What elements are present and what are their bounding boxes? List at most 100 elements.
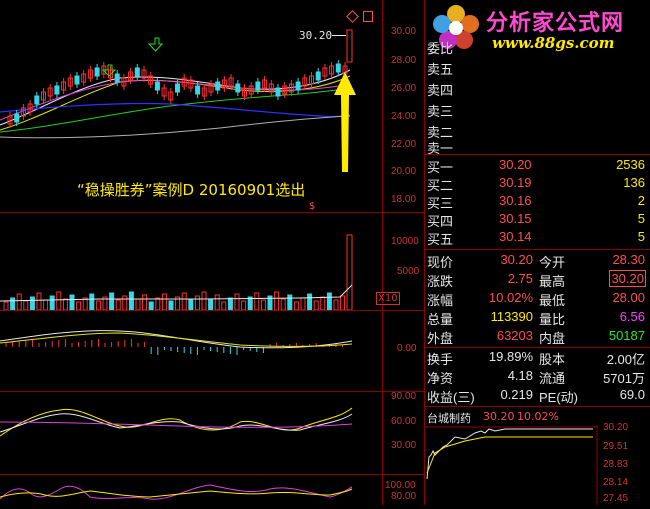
volume-bar [95,300,101,311]
quote-value: 113390 [490,309,533,324]
volume-bar [49,295,55,311]
volume-bar [29,296,35,311]
kdj-axis-tick: 30.00 [391,440,417,451]
volume-bar [161,293,167,311]
macd-panel[interactable] [0,311,382,391]
mini-axis-tick: 28.83 [603,459,629,470]
macd-dif-line [0,330,353,349]
volume-bar [109,292,115,311]
buy-volume: 136 [623,175,645,190]
buy-level-label: 买二 [427,178,454,193]
price-axis-tick: 24.00 [391,111,417,122]
volume-bar [221,301,227,311]
kdj-panel[interactable] [0,392,382,474]
volume-bar [234,293,240,311]
buy-level-row[interactable]: 买三 30.16 2 [427,193,649,211]
quote-label: 现价 [427,255,454,270]
quote-row: 涨幅 10.02% 最低 28.00 [427,290,649,308]
volume-bar [36,292,42,311]
quote-label: 涨跌 [427,274,454,289]
case-annotation: “稳操胜券”案例D 20160901选出 [77,181,306,199]
volume-bar [56,291,62,311]
buy-price: 30.14 [499,229,532,244]
quote-value: 5701万 [603,371,645,386]
quote-value: 63203 [496,328,533,343]
quote-label: 涨幅 [427,293,454,308]
quote-row: 涨跌 2.75 最高 30.20 [427,270,649,289]
volume-panel[interactable] [0,213,382,311]
volume-bar [69,294,75,311]
weibi-label: 委比 [427,41,454,56]
buy-volume: 5 [637,211,645,226]
quote-row: 外盘 63203 内盘 50187 [427,328,649,346]
volume-bar [340,295,346,311]
quote-value: 6.56 [619,309,645,324]
volume-bar [293,301,299,311]
quote-value: 4.18 [507,368,533,383]
volume-bars [0,234,353,311]
volume-bar [76,301,82,311]
signal-arrow-icon [147,37,164,52]
volume-bar [241,300,247,311]
candle [275,87,281,97]
fundamental-row: 净资 4.18 流通 5701万 [427,368,649,386]
candle [295,81,301,91]
buy-level-row[interactable]: 买二 30.19 136 [427,175,649,193]
kdj-chart [0,407,353,437]
quote-value: 28.30 [612,252,645,267]
site-logo[interactable]: 分析家公式网 www.88gs.com [430,2,648,54]
sell-level-2: 卖二 [427,125,454,140]
candle [335,63,341,73]
main-chart-panel[interactable]: 30.20 “稳操胜券”案例D 20160901选出 $ [0,0,382,212]
quote-label: PE(动) [539,390,579,405]
quote-row: 总量 113390 量比 6.56 [427,309,649,327]
quote-value: 30.20 [609,270,646,287]
quote-label: 股本 [539,352,566,367]
candle [74,75,80,85]
volume-bar [122,295,128,311]
quote-label: 净资 [427,371,454,386]
volume-bar [168,300,174,311]
candle [134,67,140,77]
buy-price: 30.16 [499,193,532,208]
volume-bar [214,294,220,311]
quote-value: 2.75 [507,271,533,286]
quote-label: 内盘 [539,331,566,346]
mini-axis-tick: 27.45 [603,493,629,504]
volume-axis-tick: 5000 [397,266,420,277]
volume-bar [115,299,121,311]
volume-bar [274,291,280,311]
volume-bar [43,299,49,311]
quote-label: 量比 [539,312,566,327]
kdj-axis-tick: 60.00 [391,416,417,427]
quote-label: 流通 [539,371,566,386]
buy-level-row[interactable]: 买五 30.14 5 [427,229,649,247]
volume-bar [142,294,148,311]
limit-up-candle [346,29,353,63]
quote-value: 2.00亿 [606,352,645,367]
candle [154,81,160,91]
quote-value: 10.02% [488,290,533,305]
quote-value: 0.219 [500,387,533,402]
quote-value: 69.0 [619,387,645,402]
volume-bar [227,297,233,311]
price-axis-tick: 22.00 [391,139,417,150]
volume-bar [313,300,319,311]
candle [175,83,180,93]
sell-level-1: 卖一 [427,141,454,156]
buy-level-row[interactable]: 买四 30.15 5 [427,211,649,229]
volume-bar [23,300,29,311]
window-icon[interactable] [363,11,373,22]
volume-bar [307,293,313,311]
buy-volume: 5 [637,229,645,244]
volume-bar [346,234,353,311]
candle [114,73,120,83]
volume-axis-tick: 10000 [391,236,419,247]
macd-axis-tick: 0.00 [397,343,417,354]
buy-level-row[interactable]: 买一 30.20 2536 [427,157,649,175]
sell-level-4: 卖四 [427,83,454,98]
candle [94,67,100,77]
quote-value: 50187 [608,328,645,343]
rsi-panel[interactable] [0,475,382,505]
intraday-mini-chart[interactable]: 台城制药 30.20 10.02% 30.20 29.51 28.83 28.1… [425,407,650,505]
